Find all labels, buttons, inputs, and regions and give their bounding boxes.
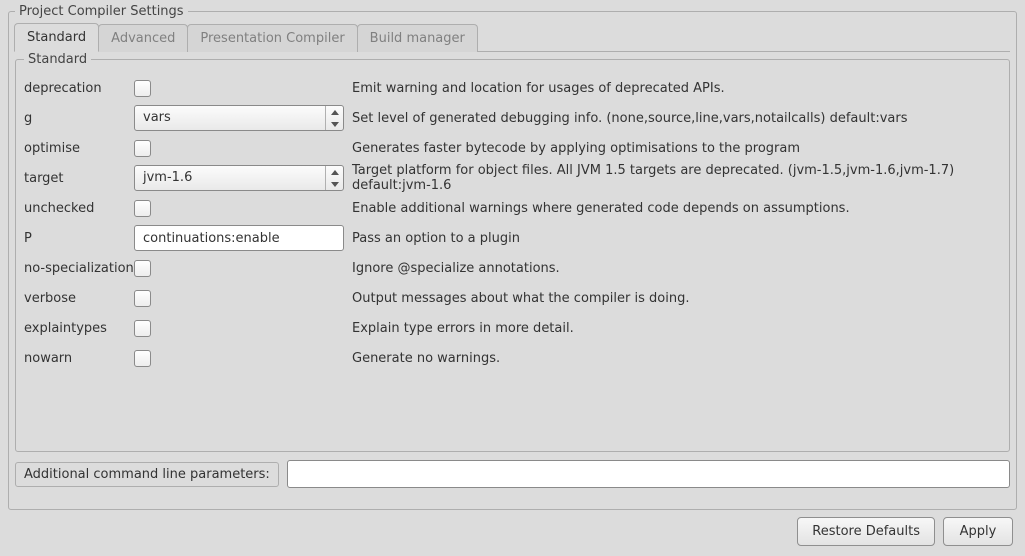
unchecked-checkbox[interactable] (134, 200, 151, 217)
nowarn-label: nowarn (24, 351, 134, 366)
verbose-desc: Output messages about what the compiler … (344, 291, 1001, 306)
spinner-icon (325, 166, 343, 190)
group-title: Standard (24, 52, 91, 67)
restore-defaults-button[interactable]: Restore Defaults (797, 517, 935, 546)
optimise-label: optimise (24, 141, 134, 156)
explaintypes-desc: Explain type errors in more detail. (344, 321, 1001, 336)
chevron-up-icon (326, 106, 343, 118)
unchecked-desc: Enable additional warnings where generat… (344, 201, 1001, 216)
tab-presentation-compiler[interactable]: Presentation Compiler (187, 24, 357, 52)
additional-params-input[interactable] (287, 460, 1010, 488)
chevron-down-icon (326, 178, 343, 190)
tab-build-manager[interactable]: Build manager (357, 24, 478, 52)
target-select-value: jvm-1.6 (135, 166, 325, 190)
verbose-label: verbose (24, 291, 134, 306)
button-bar: Restore Defaults Apply (797, 517, 1013, 546)
chevron-down-icon (326, 118, 343, 130)
p-label: P (24, 231, 134, 246)
standard-group: Standard deprecation Emit warning and lo… (15, 52, 1010, 452)
panel-title: Project Compiler Settings (15, 4, 188, 19)
tab-advanced[interactable]: Advanced (98, 24, 188, 52)
nowarn-checkbox[interactable] (134, 350, 151, 367)
optimise-desc: Generates faster bytecode by applying op… (344, 141, 1001, 156)
g-select[interactable]: vars (134, 105, 344, 131)
p-desc: Pass an option to a plugin (344, 231, 1001, 246)
chevron-up-icon (326, 166, 343, 178)
additional-params-label: Additional command line parameters: (15, 462, 279, 487)
p-input[interactable] (134, 225, 344, 251)
deprecation-checkbox[interactable] (134, 80, 151, 97)
g-select-value: vars (135, 106, 325, 130)
explaintypes-label: explaintypes (24, 321, 134, 336)
optimise-checkbox[interactable] (134, 140, 151, 157)
g-label: g (24, 111, 134, 126)
apply-button[interactable]: Apply (943, 517, 1013, 546)
compiler-settings-panel: Project Compiler Settings Standard Advan… (8, 4, 1017, 510)
target-label: target (24, 171, 134, 186)
no-specialization-label: no-specialization (24, 261, 134, 276)
unchecked-label: unchecked (24, 201, 134, 216)
tab-standard[interactable]: Standard (14, 23, 99, 52)
spinner-icon (325, 106, 343, 130)
verbose-checkbox[interactable] (134, 290, 151, 307)
no-specialization-checkbox[interactable] (134, 260, 151, 277)
deprecation-label: deprecation (24, 81, 134, 96)
nowarn-desc: Generate no warnings. (344, 351, 1001, 366)
tab-bar: Standard Advanced Presentation Compiler … (14, 23, 1010, 52)
target-desc: Target platform for object files. All JV… (344, 163, 1001, 193)
no-specialization-desc: Ignore @specialize annotations. (344, 261, 1001, 276)
g-desc: Set level of generated debugging info. (… (344, 111, 1001, 126)
target-select[interactable]: jvm-1.6 (134, 165, 344, 191)
deprecation-desc: Emit warning and location for usages of … (344, 81, 1001, 96)
explaintypes-checkbox[interactable] (134, 320, 151, 337)
